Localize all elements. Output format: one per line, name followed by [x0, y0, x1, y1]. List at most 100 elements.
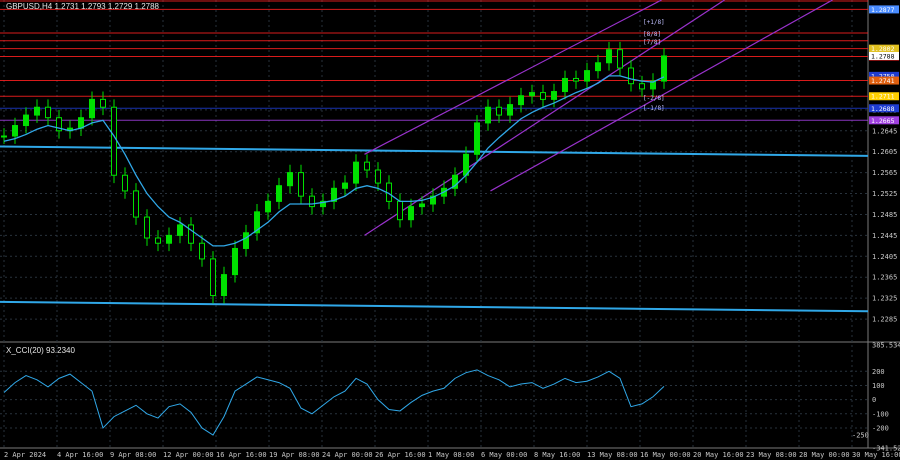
- candle-body: [210, 258, 216, 297]
- x-tick-label: 2 Apr 2024: [4, 451, 46, 459]
- candle-body: [342, 182, 348, 189]
- x-tick-label: 28 May 00:00: [799, 451, 850, 459]
- trend-line: [0, 300, 869, 313]
- candle-body: [364, 161, 370, 171]
- murray-level-label: [-1/8]: [643, 105, 665, 112]
- candle-body: [551, 91, 557, 100]
- y-tick-label: 1.2445: [872, 232, 897, 240]
- cci-line: [3, 369, 665, 436]
- y-tick-label: 1.2405: [872, 253, 897, 261]
- candle-body: [111, 106, 117, 176]
- x-tick-label: 1 May 08:00: [428, 451, 474, 459]
- candle-body: [573, 77, 579, 82]
- cci-y-tick-label: 0: [872, 396, 876, 404]
- cci-y-tick-label: 200: [872, 368, 885, 376]
- x-tick-label: 20 May 16:00: [693, 451, 744, 459]
- candle-body: [606, 49, 612, 64]
- price-tag-label: 1.2711: [871, 93, 895, 101]
- candle-body: [243, 232, 249, 249]
- candle-body: [474, 122, 480, 155]
- candle-body: [617, 49, 623, 69]
- candle-body: [562, 77, 568, 93]
- cci-y-tick-label: -250: [852, 432, 869, 440]
- candle-body: [188, 224, 194, 244]
- candle-body: [375, 169, 381, 184]
- murray-level-label: [8/8]: [643, 31, 661, 38]
- candle-body: [397, 200, 403, 221]
- y-tick-label: 1.2565: [872, 169, 897, 177]
- price-tag-label: 1.2877: [871, 6, 895, 14]
- candle-body: [23, 114, 29, 127]
- y-tick-label: 1.2645: [872, 127, 897, 135]
- x-tick-label: 16 Apr 16:00: [216, 451, 267, 459]
- y-tick-label: 1.2285: [872, 316, 897, 324]
- x-tick-label: 16 May 00:00: [640, 451, 691, 459]
- x-tick-label: 12 Apr 00:00: [163, 451, 214, 459]
- x-tick-label: 23 May 08:00: [746, 451, 797, 459]
- candle-body: [540, 92, 546, 100]
- candle-body: [485, 106, 491, 124]
- price-tag-label: 1.2688: [871, 105, 895, 113]
- price-tag-label: 1.2741: [871, 77, 895, 85]
- murray-level-label: [-2/8]: [643, 95, 665, 102]
- candle-body: [1, 135, 7, 138]
- candle-body: [12, 125, 18, 137]
- x-tick-label: 8 May 16:00: [534, 451, 580, 459]
- murray-level-label: [7/8]: [643, 39, 661, 46]
- candle-body: [287, 172, 293, 187]
- candle-body: [100, 98, 106, 108]
- candle-body: [144, 216, 150, 239]
- cci-y-tick-label: -100: [872, 410, 889, 418]
- candle-body: [133, 190, 139, 218]
- candle-body: [166, 234, 172, 244]
- candle-body: [463, 153, 469, 176]
- candle-body: [45, 106, 51, 119]
- x-tick-label: 13 May 08:00: [587, 451, 638, 459]
- y-tick-label: 1.2325: [872, 295, 897, 303]
- candle-body: [232, 247, 238, 276]
- cci-y-tick-label: -341.5217: [872, 445, 900, 453]
- candle-body: [34, 106, 40, 116]
- candle-body: [265, 200, 271, 213]
- cci-y-tick-label: -200: [872, 424, 889, 432]
- y-tick-label: 1.2605: [872, 148, 897, 156]
- candle-body: [276, 185, 282, 202]
- cci-indicator-title: X_CCI(20) 93.2340: [6, 346, 75, 355]
- x-tick-label: 26 Apr 16:00: [375, 451, 426, 459]
- x-tick-label: 24 Apr 00:00: [322, 451, 373, 459]
- candle-body: [408, 206, 414, 221]
- x-tick-label: 9 Apr 08:00: [110, 451, 156, 459]
- candle-body: [507, 104, 513, 116]
- current-price-label: 1.2788: [871, 52, 895, 60]
- candle-body: [529, 92, 535, 97]
- candle-body: [221, 274, 227, 297]
- candle-body: [419, 203, 425, 208]
- trend-line: [0, 145, 869, 157]
- candle-body: [155, 237, 161, 244]
- x-tick-label: 6 May 00:00: [481, 451, 527, 459]
- candle-body: [78, 117, 84, 129]
- candle-body: [639, 83, 645, 90]
- murray-level-label: [+1/8]: [643, 19, 665, 26]
- chart-canvas: 2 Apr 2024 4 Apr 16:00 9 Apr 08:00 12 Apr 0…: [0, 0, 900, 459]
- candle-body: [177, 224, 183, 236]
- candle-body: [298, 172, 304, 197]
- candle-body: [199, 242, 205, 260]
- price-tag-label: 1.2665: [871, 117, 895, 125]
- price-chart-title: GBPUSD,H4 1.2731 1.2793 1.2729 1.2788: [6, 2, 159, 11]
- y-tick-label: 1.2525: [872, 190, 897, 198]
- candle-body: [584, 70, 590, 82]
- candle-body: [518, 95, 524, 106]
- candle-body: [595, 62, 601, 72]
- y-tick-label: 1.2365: [872, 274, 897, 282]
- candle-body: [309, 195, 315, 208]
- x-tick-label: 4 Apr 16:00: [57, 451, 103, 459]
- x-tick-label: 19 Apr 08:00: [269, 451, 320, 459]
- candle-body: [122, 174, 128, 192]
- cci-y-tick-label: 100: [872, 382, 885, 390]
- candle-body: [89, 98, 95, 119]
- cci-y-tick-label: 385.5341: [872, 342, 900, 350]
- candle-body: [496, 106, 502, 116]
- candle-body: [353, 161, 359, 184]
- candle-body: [628, 67, 634, 85]
